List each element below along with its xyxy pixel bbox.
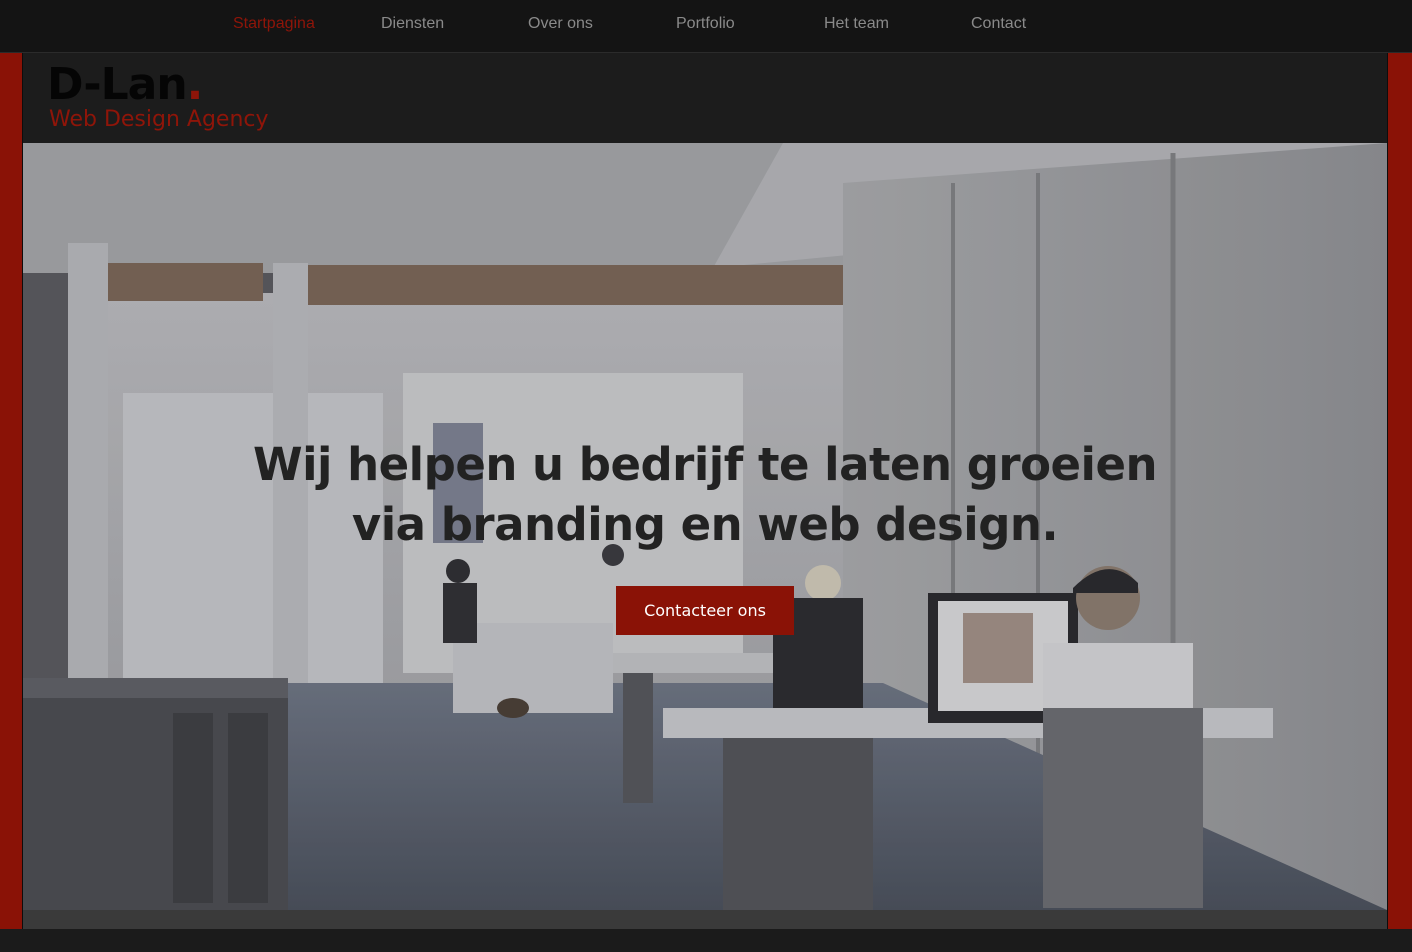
- bottom-bar: [0, 929, 1412, 952]
- top-navigation: Startpagina Diensten Over ons Portfolio …: [0, 0, 1412, 53]
- nav-item-startpagina[interactable]: Startpagina: [233, 15, 315, 33]
- logo-tagline: Web Design Agency: [49, 107, 269, 132]
- nav-item-diensten[interactable]: Diensten: [381, 15, 444, 33]
- site-logo[interactable]: D-Lan. Web Design Agency: [47, 63, 269, 133]
- contact-cta-button[interactable]: Contacteer ons: [616, 586, 794, 635]
- right-accent-border: [1388, 53, 1412, 929]
- nav-item-contact[interactable]: Contact: [971, 15, 1026, 33]
- site-header: D-Lan. Web Design Agency: [23, 53, 1387, 143]
- hero-section: Wij helpen u bedrijf te laten groeien vi…: [23, 143, 1387, 910]
- right-divider: [1387, 53, 1388, 929]
- left-accent-border: [0, 53, 22, 929]
- hero-headline: Wij helpen u bedrijf te laten groeien vi…: [205, 435, 1205, 555]
- logo-dot: .: [186, 59, 204, 110]
- hero-headline-line-1: Wij helpen u bedrijf te laten groeien: [252, 438, 1158, 491]
- logo-wordmark: D-Lan.: [47, 63, 269, 107]
- logo-name: D-Lan: [47, 59, 188, 110]
- section-bottom-strip: [23, 910, 1387, 929]
- nav-item-het-team[interactable]: Het team: [824, 15, 889, 33]
- hero-headline-line-2: via branding en web design.: [351, 498, 1059, 551]
- nav-item-portfolio[interactable]: Portfolio: [676, 15, 735, 33]
- nav-item-over-ons[interactable]: Over ons: [528, 15, 593, 33]
